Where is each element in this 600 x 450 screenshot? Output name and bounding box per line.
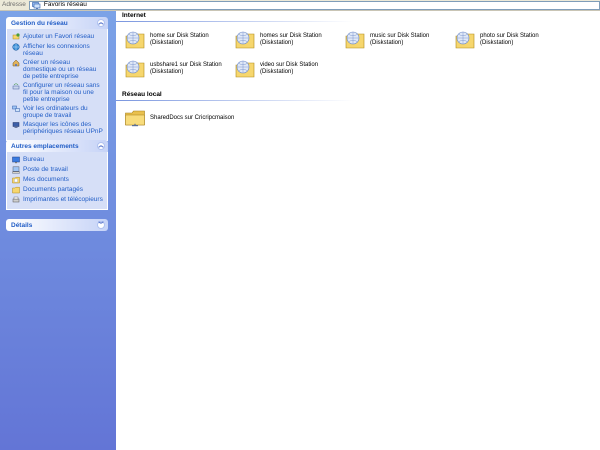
item-label: usbshare1 sur Disk Station (150, 62, 222, 68)
address-field[interactable]: Favoris réseau (28, 0, 600, 10)
task-hide-upnp[interactable]: Masquer les icônes des périphériques rés… (12, 121, 104, 135)
web-folder-icon (345, 31, 365, 49)
group-divider (116, 21, 354, 22)
web-folder-item[interactable]: music sur Disk Station (Diskstation) (344, 29, 429, 51)
web-folder-item[interactable]: photo sur Disk Station (Diskstation) (454, 29, 539, 51)
collapse-chevron-icon[interactable]: ︽ (97, 19, 105, 27)
printers-icon (12, 196, 20, 203)
place-desktop[interactable]: Bureau (12, 156, 104, 164)
network-folder-icon (125, 110, 145, 127)
web-folder-icon (455, 31, 475, 49)
web-folder-item[interactable]: video sur Disk Station (Diskstation) (234, 58, 318, 80)
network-tasks-box: Gestion du réseau ︽ Ajouter un Favori ré… (6, 17, 108, 141)
item-sublabel: (Diskstation) (150, 69, 184, 75)
item-sublabel: (Diskstation) (260, 69, 294, 75)
details-header[interactable]: Détails ︾ (6, 219, 108, 231)
item-label: home sur Disk Station (150, 33, 209, 39)
task-workgroup-computers[interactable]: Voir les ordinateurs du groupe de travai… (12, 105, 104, 119)
desktop-icon (12, 156, 20, 164)
group-title-internet: Internet (122, 12, 146, 19)
task-label: Afficher les connexions réseau (23, 43, 90, 57)
add-network-place-icon (12, 33, 20, 40)
place-label: Documents partagés (23, 186, 83, 193)
task-label: Ajouter un Favori réseau (23, 33, 95, 40)
wireless-network-icon (12, 83, 20, 90)
group-title-local-network: Réseau local (122, 91, 162, 98)
task-label: Configurer un réseau sans fil pour la ma… (23, 82, 100, 103)
task-add-network-place[interactable]: Ajouter un Favori réseau (12, 33, 104, 41)
task-home-network[interactable]: Créer un réseau domestique ou un réseau … (12, 59, 104, 80)
network-tasks-list: Ajouter un Favori réseau Afficher les co… (6, 29, 108, 141)
address-value: Favoris réseau (43, 1, 87, 8)
item-sublabel: (Diskstation) (480, 40, 514, 46)
place-my-computer[interactable]: Poste de travail (12, 166, 104, 174)
group-divider (116, 100, 354, 101)
web-folder-item[interactable]: home sur Disk Station (Diskstation) (124, 29, 209, 51)
item-sublabel: (Diskstation) (370, 40, 404, 46)
web-folder-item[interactable]: homes sur Disk Station (Diskstation) (234, 29, 322, 51)
network-connections-icon (12, 43, 20, 51)
place-label: Poste de travail (23, 166, 68, 173)
other-places-box: Autres emplacements ︽ Bureau Poste de tr… (6, 140, 108, 210)
place-shared-documents[interactable]: Documents partagés (12, 186, 104, 194)
task-label: Masquer les icônes des périphériques rés… (23, 121, 103, 135)
upnp-icon (12, 122, 20, 128)
network-tasks-header[interactable]: Gestion du réseau ︽ (6, 17, 108, 29)
web-folder-item[interactable]: usbshare1 sur Disk Station (Diskstation) (124, 58, 222, 80)
item-label: video sur Disk Station (260, 62, 319, 68)
web-folder-icon (125, 60, 145, 78)
item-label: SharedDocs sur Cricripcmaison (150, 114, 235, 121)
item-label: homes sur Disk Station (260, 33, 322, 39)
item-label: photo sur Disk Station (480, 33, 539, 39)
item-sublabel: (Diskstation) (150, 40, 184, 46)
item-sublabel: (Diskstation) (260, 40, 294, 46)
place-my-documents[interactable]: Mes documents (12, 176, 104, 184)
my-computer-icon (12, 166, 20, 174)
workgroup-computers-icon (12, 105, 20, 112)
task-wireless-network[interactable]: Configurer un réseau sans fil pour la ma… (12, 82, 104, 103)
network-tasks-title: Gestion du réseau (11, 19, 68, 27)
shared-documents-icon (12, 186, 20, 194)
place-label: Imprimantes et télécopieurs (23, 196, 103, 203)
details-title: Détails (11, 221, 33, 229)
task-label: Voir les ordinateurs du groupe de travai… (23, 105, 88, 119)
address-label: Adresse (2, 1, 26, 8)
address-bar: Adresse Favoris réseau (0, 0, 600, 11)
place-label: Mes documents (23, 176, 69, 183)
details-box: Détails ︾ (6, 219, 108, 231)
collapse-chevron-icon[interactable]: ︽ (97, 142, 105, 150)
network-places-icon (32, 1, 41, 9)
home-network-icon (12, 59, 20, 67)
other-places-title: Autres emplacements (11, 142, 79, 150)
place-printers[interactable]: Imprimantes et télécopieurs (12, 196, 104, 204)
place-label: Bureau (23, 156, 44, 163)
web-folder-icon (125, 31, 145, 49)
web-folder-icon (235, 31, 255, 49)
network-folder-item[interactable]: SharedDocs sur Cricripcmaison (124, 107, 234, 129)
other-places-list: Bureau Poste de travail Mes documents Do… (6, 152, 108, 210)
task-label: Créer un réseau domestique ou un réseau … (23, 59, 97, 80)
item-label: music sur Disk Station (370, 33, 430, 39)
expand-chevron-icon[interactable]: ︾ (97, 221, 105, 229)
other-places-header[interactable]: Autres emplacements ︽ (6, 140, 108, 152)
web-folder-icon (235, 60, 255, 78)
task-pane: Gestion du réseau ︽ Ajouter un Favori ré… (0, 11, 116, 450)
content-area: Internet home sur Disk Station (Diskstat… (116, 11, 600, 450)
task-network-connections[interactable]: Afficher les connexions réseau (12, 43, 104, 57)
my-documents-icon (12, 176, 20, 184)
